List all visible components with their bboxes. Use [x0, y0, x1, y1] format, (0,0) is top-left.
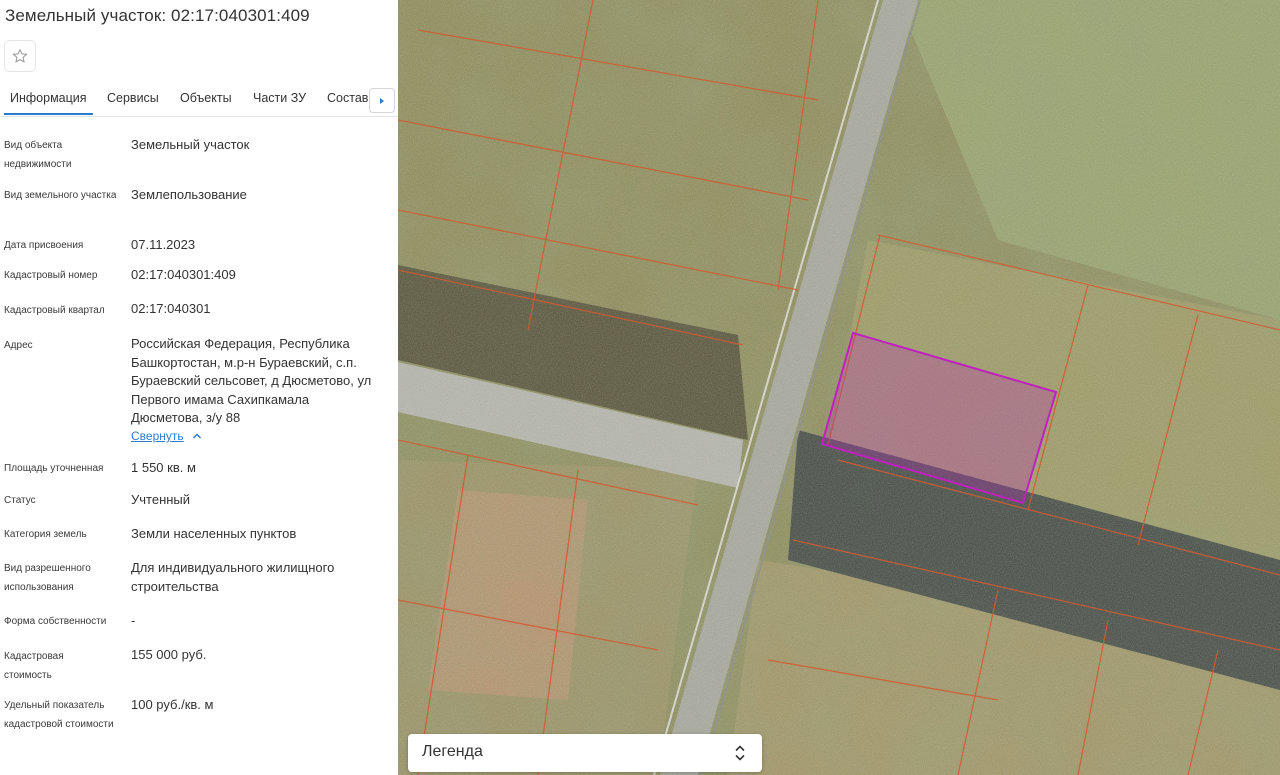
field-label-assignment-date: Дата присвоения	[4, 240, 84, 251]
field-label-cadastral-quarter: Кадастровый квартал	[4, 305, 105, 316]
field-value-cadastral-quarter: 02:17:040301	[131, 301, 211, 316]
tab-bar: Информация Сервисы Объекты Части ЗУ Сост…	[0, 84, 398, 117]
field-label-land-category: Категория земель	[4, 529, 87, 540]
page-title: Земельный участок: 02:17:040301:409	[5, 6, 310, 25]
field-value-assignment-date: 07.11.2023	[131, 237, 196, 252]
info-panel: Земельный участок: 02:17:040301:409 Инфо…	[0, 0, 398, 775]
field-label-object-type: Вид объекта недвижимости	[4, 140, 72, 170]
field-value-address: Российская Федерация, Республика Башкорт…	[131, 336, 372, 425]
field-label-address: Адрес	[4, 340, 33, 351]
collapse-address-link[interactable]: Свернуть	[131, 429, 203, 443]
field-value-permitted-use: Для индивидуального жилищного строительс…	[131, 560, 335, 594]
favorite-button[interactable]	[4, 40, 36, 72]
field-label-cadastral-value: Кадастровая стоимость	[4, 651, 64, 681]
field-label-status: Статус	[4, 495, 36, 506]
legend-panel[interactable]: Легенда	[408, 734, 762, 772]
field-value-ownership-form: -	[131, 613, 136, 628]
legend-label: Легенда	[422, 743, 483, 760]
tab-objects[interactable]: Объекты	[180, 91, 232, 115]
tab-composition[interactable]: Состав	[327, 91, 368, 115]
field-value-land-type: Землепользование	[131, 187, 247, 202]
field-label-permitted-use: Вид разрешенного использования	[4, 563, 91, 593]
chevron-up-down-icon[interactable]	[734, 743, 746, 763]
tabs-scroll-right-button[interactable]	[369, 88, 395, 113]
tab-parcel-parts[interactable]: Части ЗУ	[253, 91, 306, 115]
field-value-status: Учтенный	[131, 492, 191, 507]
tab-information[interactable]: Информация	[4, 91, 93, 115]
field-label-ownership-form: Форма собственности	[4, 616, 107, 627]
map-canvas[interactable]	[398, 0, 1280, 775]
field-label-specific-value: Удельный показатель кадастровой стоимост…	[4, 700, 114, 730]
chevron-up-icon	[192, 433, 201, 439]
triangle-right-icon	[380, 97, 384, 104]
field-value-area: 1 550 кв. м	[131, 460, 196, 475]
field-value-land-category: Земли населенных пунктов	[131, 526, 297, 541]
field-value-cadastral-number: 02:17:040301:409	[131, 267, 236, 282]
tab-services[interactable]: Сервисы	[107, 91, 159, 115]
field-value-specific-value: 100 руб./кв. м	[131, 697, 214, 712]
satellite-map[interactable]	[398, 0, 1280, 775]
collapse-link-label: Свернуть	[131, 429, 184, 443]
field-label-land-type: Вид земельного участка	[4, 190, 117, 201]
star-outline-icon	[12, 49, 28, 63]
field-value-object-type: Земельный участок	[131, 137, 250, 152]
field-label-cadastral-number: Кадастровый номер	[4, 270, 98, 281]
field-value-cadastral-value: 155 000 руб.	[131, 647, 207, 662]
field-label-area: Площадь уточненная	[4, 463, 104, 474]
